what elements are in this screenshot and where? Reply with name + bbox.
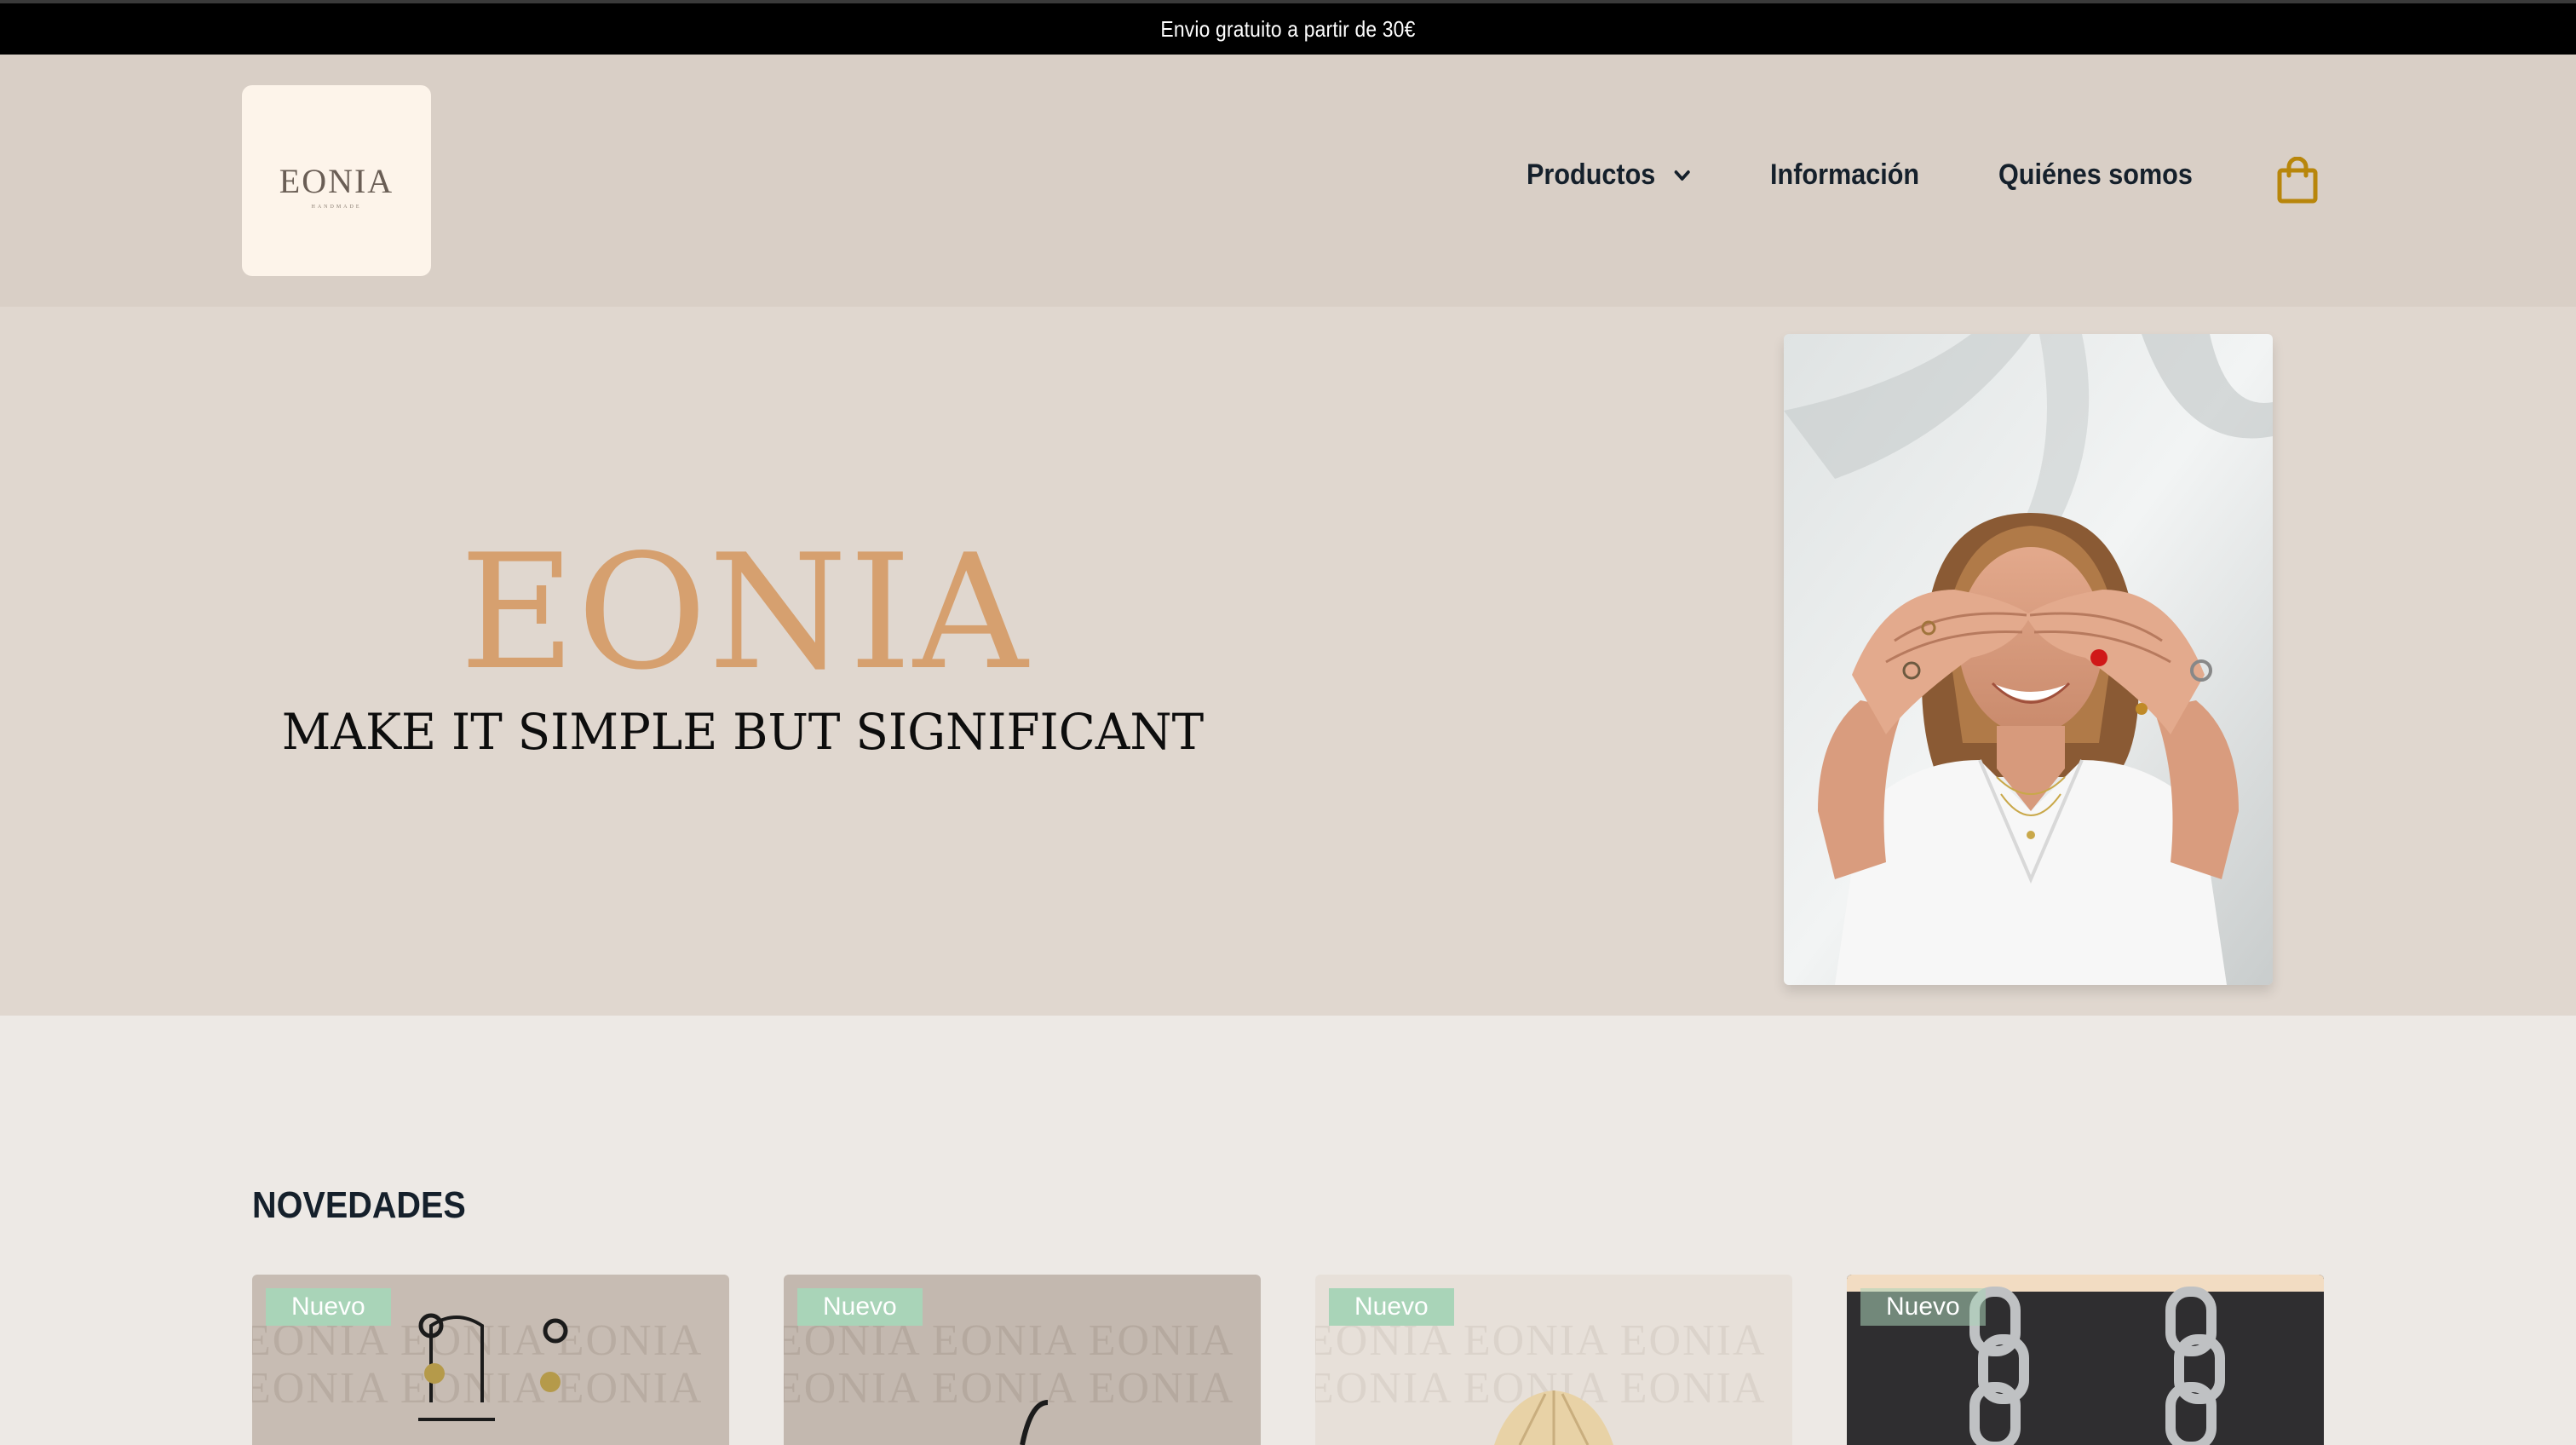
- nav-quienes-somos-label: Quiénes somos: [1998, 158, 2193, 191]
- logo[interactable]: EONIA HANDMADE: [242, 85, 431, 276]
- announcement-text: Envio gratuito a partir de 30€: [1160, 15, 1416, 42]
- product-card[interactable]: EONIA EONIA EONIA EONIA EONIA EONIA Nuevo: [1315, 1275, 1792, 1445]
- new-badge: Nuevo: [797, 1288, 923, 1326]
- hero-subtitle: MAKE IT SIMPLE BUT SIGNIFICANT: [281, 703, 1205, 761]
- nav-quienes-somos[interactable]: Quiénes somos: [1998, 158, 2193, 192]
- hero-section: EONIA MAKE IT SIMPLE BUT SIGNIFICANT: [0, 307, 2576, 1016]
- product-card[interactable]: EONIA EONIA EONIA EONIA EONIA EONIA Nuevo: [252, 1275, 729, 1445]
- chevron-down-icon: [1674, 170, 1691, 181]
- shopping-bag-icon[interactable]: [2276, 156, 2319, 204]
- logo-wordmark: EONIA HANDMADE: [279, 161, 394, 210]
- product-card[interactable]: EONIA EONIA EONIA EONIA EONIA EONIA Nuevo: [784, 1275, 1261, 1445]
- nav-productos[interactable]: Productos: [1527, 158, 1691, 192]
- new-badge: Nuevo: [266, 1288, 391, 1326]
- hero-title: EONIA: [459, 520, 1030, 705]
- new-badge: Nuevo: [1860, 1288, 1986, 1326]
- nav-informacion-label: Información: [1770, 158, 1920, 191]
- announcement-bar: Envio gratuito a partir de 30€: [0, 0, 2576, 55]
- product-card[interactable]: Nuevo: [1847, 1275, 2324, 1445]
- site-header: EONIA HANDMADE Productos Información Qui…: [0, 55, 2576, 307]
- nav-productos-label: Productos: [1527, 158, 1656, 191]
- hero-photo: [1784, 334, 2273, 985]
- new-badge: Nuevo: [1329, 1288, 1454, 1326]
- nav-informacion[interactable]: Información: [1770, 158, 1919, 192]
- section-title-novedades: NOVEDADES: [252, 1184, 466, 1226]
- logo-subtext: HANDMADE: [311, 204, 362, 210]
